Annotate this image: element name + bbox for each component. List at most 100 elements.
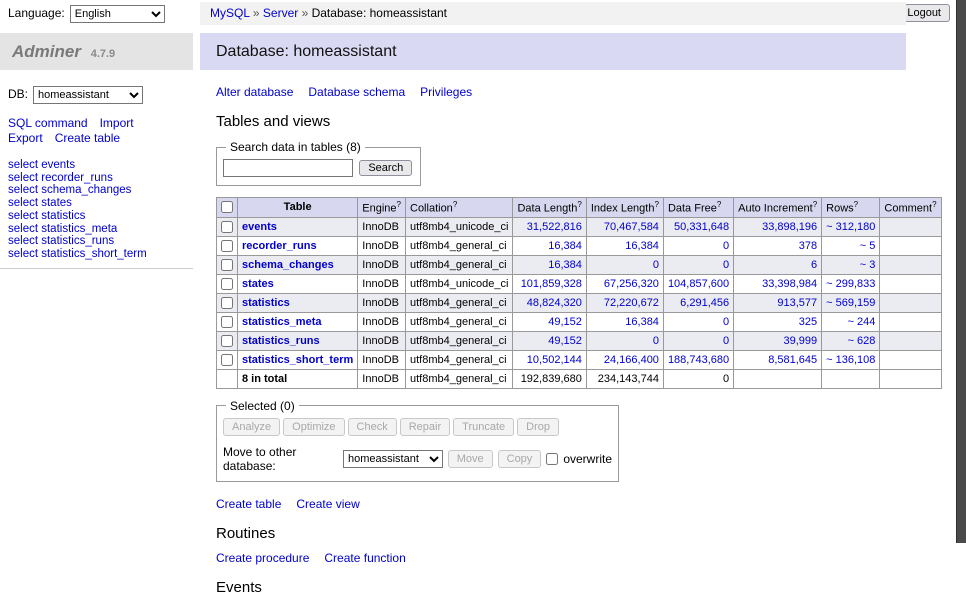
rows-link[interactable]: ~ 244 <box>848 316 876 328</box>
column-header-data-length[interactable]: Data Length? <box>513 198 586 218</box>
table-name-link[interactable]: statistics_meta <box>242 316 322 328</box>
index-length-link[interactable]: 16,384 <box>625 316 659 328</box>
data-free-link[interactable]: 188,743,680 <box>668 354 729 366</box>
rows-link[interactable]: ~ 3 <box>860 259 876 271</box>
data-free-link[interactable]: 50,331,648 <box>674 221 729 233</box>
row-checkbox[interactable] <box>221 259 233 271</box>
column-header-auto-increment[interactable]: Auto Increment? <box>734 198 822 218</box>
index-length-link[interactable]: 72,220,672 <box>604 297 659 309</box>
auto-increment-link[interactable]: 39,999 <box>784 335 818 347</box>
auto-increment-link[interactable]: 33,398,984 <box>762 278 817 290</box>
data-free-link[interactable]: 0 <box>723 335 729 347</box>
column-header-index-length[interactable]: Index Length? <box>586 198 663 218</box>
rows-link[interactable]: ~ 569,159 <box>826 297 875 309</box>
data-free-link[interactable]: 104,857,600 <box>668 278 729 290</box>
move-button[interactable]: Move <box>448 450 493 468</box>
rows-link[interactable]: ~ 312,180 <box>826 221 875 233</box>
index-length-link[interactable]: 67,256,320 <box>604 278 659 290</box>
selected-action-check-button[interactable]: Check <box>348 418 397 436</box>
sidebar-table-link[interactable]: select statistics_runs <box>8 235 114 247</box>
search-input[interactable] <box>223 159 353 177</box>
column-header-comment[interactable]: Comment? <box>880 198 941 218</box>
selected-action-analyze-button[interactable]: Analyze <box>223 418 280 436</box>
routine-link[interactable]: Create procedure <box>216 551 309 565</box>
selected-action-repair-button[interactable]: Repair <box>400 418 450 436</box>
index-length-link[interactable]: 70,467,584 <box>604 221 659 233</box>
index-length-link[interactable]: 16,384 <box>625 240 659 252</box>
search-button[interactable]: Search <box>359 160 412 176</box>
selected-action-drop-button[interactable]: Drop <box>517 418 559 436</box>
row-checkbox[interactable] <box>221 240 233 252</box>
db-action-link[interactable]: Alter database <box>216 85 293 99</box>
select-all-checkbox[interactable] <box>221 201 233 213</box>
data-free-link[interactable]: 6,291,456 <box>680 297 729 309</box>
breadcrumb-link[interactable]: MySQL <box>210 6 250 20</box>
row-checkbox[interactable] <box>221 297 233 309</box>
column-header-data-free[interactable]: Data Free? <box>663 198 733 218</box>
index-length-link[interactable]: 24,166,400 <box>604 354 659 366</box>
breadcrumb-link[interactable]: Server <box>263 6 298 20</box>
move-target-select[interactable]: homeassistant <box>343 450 443 468</box>
data-length-link[interactable]: 48,824,320 <box>527 297 582 309</box>
sidebar-table-link[interactable]: select statistics_meta <box>8 223 117 235</box>
index-length-link[interactable]: 0 <box>653 335 659 347</box>
db-action-link[interactable]: Privileges <box>420 85 472 99</box>
sidebar-link[interactable]: Export <box>8 131 43 145</box>
sidebar-link[interactable]: Create table <box>55 131 120 145</box>
sidebar-table-link[interactable]: select schema_changes <box>8 184 131 196</box>
selected-action-truncate-button[interactable]: Truncate <box>453 418 514 436</box>
table-name-link[interactable]: statistics_short_term <box>242 354 353 366</box>
row-checkbox[interactable] <box>221 335 233 347</box>
sidebar-table-link[interactable]: select statistics <box>8 210 85 222</box>
db-action-link[interactable]: Database schema <box>308 85 405 99</box>
table-name-link[interactable]: schema_changes <box>242 259 334 271</box>
adminer-logo-link[interactable]: Adminer <box>12 42 81 61</box>
db-select[interactable]: homeassistant <box>33 86 143 104</box>
rows-link[interactable]: ~ 299,833 <box>826 278 875 290</box>
auto-increment-link[interactable]: 325 <box>799 316 817 328</box>
data-free-link[interactable]: 0 <box>723 316 729 328</box>
data-length-link[interactable]: 49,152 <box>548 316 582 328</box>
table-name-link[interactable]: statistics <box>242 297 290 309</box>
scrollbar[interactable] <box>956 0 966 543</box>
auto-increment-link[interactable]: 33,898,196 <box>762 221 817 233</box>
row-checkbox[interactable] <box>221 278 233 290</box>
column-header-engine[interactable]: Engine? <box>358 198 406 218</box>
rows-link[interactable]: ~ 5 <box>860 240 876 252</box>
auto-increment-link[interactable]: 6 <box>811 259 817 271</box>
auto-increment-link[interactable]: 913,577 <box>777 297 817 309</box>
column-header-collation[interactable]: Collation? <box>406 198 513 218</box>
data-length-link[interactable]: 16,384 <box>548 240 582 252</box>
data-free-link[interactable]: 0 <box>723 240 729 252</box>
data-length-link[interactable]: 10,502,144 <box>527 354 582 366</box>
data-free-link[interactable]: 0 <box>723 259 729 271</box>
auto-increment-link[interactable]: 378 <box>799 240 817 252</box>
rows-link[interactable]: ~ 136,108 <box>826 354 875 366</box>
selected-action-optimize-button[interactable]: Optimize <box>283 418 344 436</box>
create-link[interactable]: Create view <box>296 497 359 511</box>
sidebar-table-link[interactable]: select recorder_runs <box>8 172 113 184</box>
row-checkbox[interactable] <box>221 221 233 233</box>
auto-increment-link[interactable]: 8,581,645 <box>768 354 817 366</box>
data-length-link[interactable]: 101,859,328 <box>521 278 582 290</box>
language-select[interactable]: English <box>70 5 165 23</box>
table-name-link[interactable]: states <box>242 278 274 290</box>
table-name-link[interactable]: recorder_runs <box>242 240 317 252</box>
routine-link[interactable]: Create function <box>324 551 405 565</box>
table-name-link[interactable]: statistics_runs <box>242 335 320 347</box>
data-length-link[interactable]: 49,152 <box>548 335 582 347</box>
index-length-link[interactable]: 0 <box>653 259 659 271</box>
sidebar-link[interactable]: Import <box>100 116 134 130</box>
sidebar-link[interactable]: SQL command <box>8 116 88 130</box>
copy-button[interactable]: Copy <box>498 450 542 468</box>
sidebar-table-link[interactable]: select statistics_short_term <box>8 248 147 260</box>
create-link[interactable]: Create table <box>216 497 281 511</box>
sidebar-table-link[interactable]: select states <box>8 197 72 209</box>
data-length-link[interactable]: 16,384 <box>548 259 582 271</box>
table-name-link[interactable]: events <box>242 221 277 233</box>
data-length-link[interactable]: 31,522,816 <box>527 221 582 233</box>
sidebar-table-link[interactable]: select events <box>8 159 75 171</box>
overwrite-checkbox[interactable] <box>546 453 558 465</box>
row-checkbox[interactable] <box>221 316 233 328</box>
row-checkbox[interactable] <box>221 354 233 366</box>
